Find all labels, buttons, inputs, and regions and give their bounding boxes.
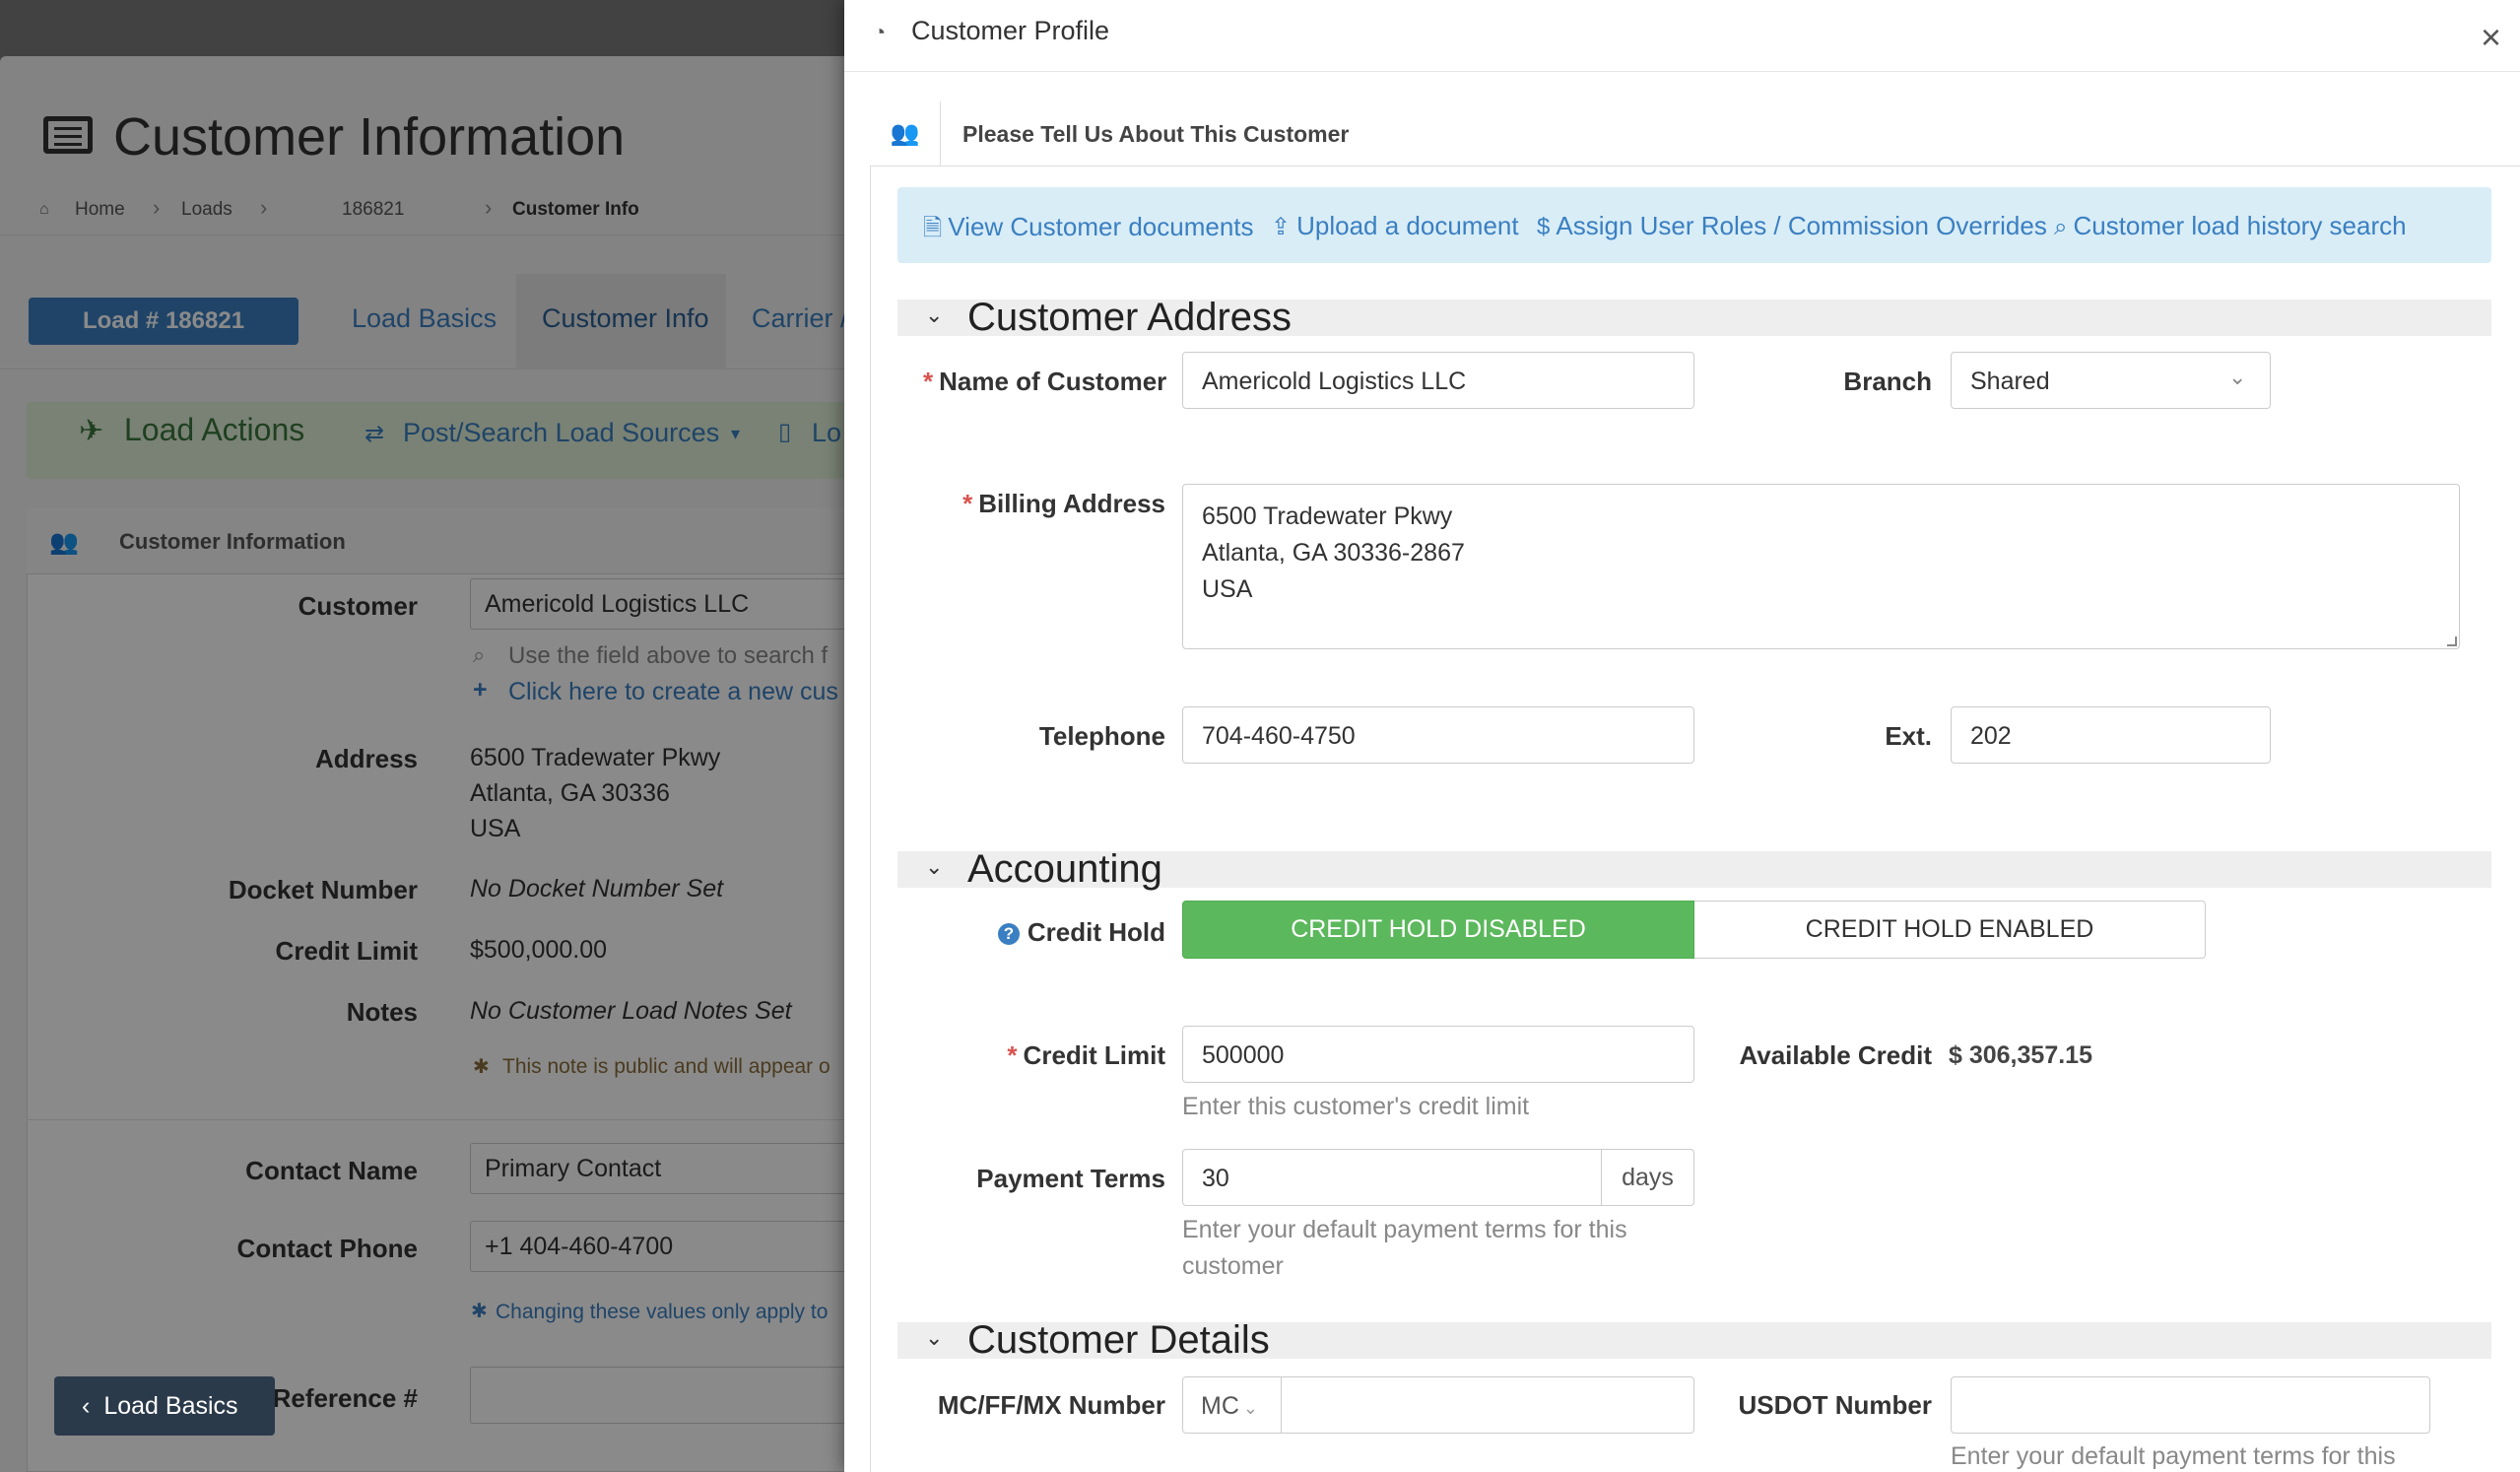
upload-label: Upload a document [1296,211,1519,240]
credit-hold-enabled-button[interactable]: CREDIT HOLD ENABLED [1694,901,2206,959]
back-button-label: Load Basics [103,1392,238,1420]
mc-number-input[interactable] [1281,1376,1694,1434]
billing-address-label: * Billing Address [962,489,1165,518]
name-label-text: Name of Customer [939,367,1167,396]
chevron-left-icon: ‹ [82,1392,91,1420]
customer-details-title: Customer Details [967,1318,1270,1362]
close-icon[interactable]: × [2481,20,2501,55]
ext-input[interactable]: 202 [1951,706,2271,764]
accounting-title: Accounting [967,847,1162,891]
users-icon: 👥 [870,101,941,167]
question-circle-icon[interactable]: ? [997,923,1020,945]
history-label: Customer load history search [2073,211,2407,240]
file-icon: 🗎 [923,215,943,241]
chevron-down-icon[interactable]: ⌄ [925,854,943,880]
assign-user-roles-link[interactable]: $ Assign User Roles / Commission Override… [1537,211,2047,241]
billing-address-textarea[interactable]: 6500 Tradewater Pkwy Atlanta, GA 30336-2… [1182,484,2460,649]
available-credit-value: $ 306,357.15 [1949,1041,2092,1069]
chevron-down-icon: ⌄ [1242,1398,1258,1418]
credit-limit-label: * Credit Limit [1007,1040,1165,1070]
billing-line2: Atlanta, GA 30336-2867 [1202,539,1465,567]
mc-prefix-value: MC [1201,1392,1239,1420]
upload-icon: ⇪ [1271,214,1292,240]
mc-prefix-select[interactable]: MC ⌄ [1182,1376,1282,1434]
credit-limit-hint: Enter this customer's credit limit [1182,1093,1530,1120]
payment-terms-hint-line2: customer [1182,1252,1284,1280]
customer-address-title: Customer Address [967,296,1293,339]
customer-panel-title: Please Tell Us About This Customer [962,121,1350,147]
credit-hold-label: ? Credit Hold [923,917,1165,948]
available-credit-label: Available Credit [1739,1040,1932,1070]
chevron-down-icon[interactable]: ⌄ [925,302,943,328]
customer-load-history-link[interactable]: ⌕ Customer load history search [2054,211,2407,241]
branch-select[interactable]: Shared [1951,352,2271,409]
roles-label: Assign User Roles / Commission Overrides [1556,211,2047,240]
search-icon: ⌕ [2054,214,2068,240]
days-addon: days [1601,1149,1694,1206]
payment-terms-label: Payment Terms [976,1164,1165,1193]
telephone-label: Telephone [1038,721,1165,751]
credit-limit-label-text: Credit Limit [1023,1040,1165,1070]
customer-profile-modal: ◔ Customer Profile × 👥 Please Tell Us Ab… [844,0,2520,1472]
ext-label: Ext. [1885,721,1932,751]
payment-terms-hint-line1: Enter your default payment terms for thi… [1182,1216,1627,1243]
credit-hold-disabled-button[interactable]: CREDIT HOLD DISABLED [1182,901,1694,959]
resize-grip-icon[interactable] [2447,636,2457,646]
billing-line1: 6500 Tradewater Pkwy [1202,502,1453,530]
billing-line3: USA [1202,575,1253,603]
chevron-down-icon: ⌄ [2228,365,2247,389]
billing-label-text: Billing Address [978,489,1165,518]
view-docs-label: View Customer documents [948,212,1254,241]
upload-document-link[interactable]: ⇪ Upload a document [1271,211,1519,241]
name-of-customer-input[interactable]: Americold Logistics LLC [1182,352,1694,409]
telephone-input[interactable]: 704-460-4750 [1182,706,1694,764]
usdot-label: USDOT Number [1738,1390,1932,1420]
load-basics-back-button[interactable]: ‹ Load Basics [54,1376,275,1436]
payment-terms-input[interactable]: 30 [1182,1149,1602,1206]
credit-hold-label-text: Credit Hold [1027,917,1165,947]
view-customer-documents-link[interactable]: 🗎 View Customer documents [923,211,1254,251]
dollar-icon: $ [1537,214,1551,240]
chevron-down-icon[interactable]: ⌄ [925,1325,943,1351]
credit-limit-input[interactable]: 500000 [1182,1026,1694,1083]
dashboard-icon: ◔ [873,20,887,44]
mc-number-label: MC/FF/MX Number [937,1390,1165,1420]
usdot-input[interactable] [1951,1376,2430,1434]
usdot-hint: Enter your default payment terms for thi… [1951,1442,2396,1470]
branch-label: Branch [1843,367,1932,396]
name-of-customer-label: * Name of Customer [923,367,1167,396]
modal-title: Customer Profile [911,16,1110,45]
